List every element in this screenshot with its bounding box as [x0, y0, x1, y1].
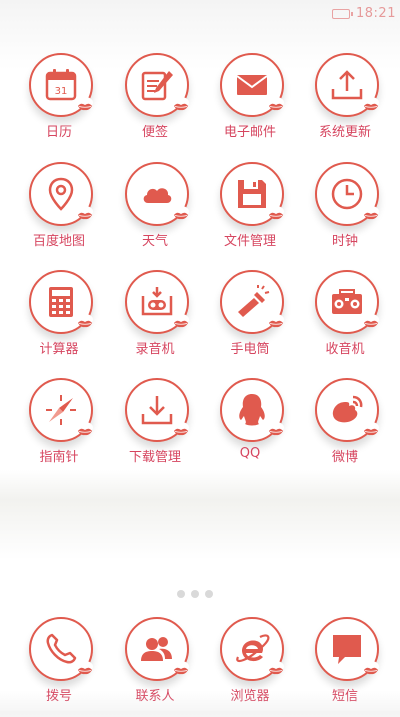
- upload-icon: [331, 70, 363, 100]
- clock-icon: [331, 178, 363, 210]
- app-label: 日历: [45, 125, 72, 140]
- lips-icon: [78, 320, 92, 328]
- app-qq[interactable]: QQ: [202, 378, 302, 478]
- app-label: 时钟: [331, 234, 358, 249]
- app-recorder[interactable]: 录音机: [107, 270, 207, 370]
- lips-icon: [269, 428, 283, 436]
- lips-icon: [269, 320, 283, 328]
- lips-icon: [174, 103, 188, 111]
- app-label: 便签: [141, 125, 168, 140]
- lips-icon: [78, 103, 92, 111]
- calculator-icon: [49, 287, 73, 317]
- app-system-update[interactable]: 系统更新: [297, 53, 397, 153]
- browser-icon: [236, 634, 270, 663]
- app-radio[interactable]: 收音机: [297, 270, 397, 370]
- contacts-icon: [141, 637, 172, 661]
- page-indicator: [174, 583, 216, 602]
- app-email[interactable]: 电子邮件: [202, 53, 302, 153]
- status-bar: 18:21: [0, 0, 400, 30]
- penguin-icon: [239, 394, 265, 426]
- lips-icon: [174, 428, 188, 436]
- lips-icon: [364, 667, 378, 675]
- lips-icon: [78, 212, 92, 220]
- phone-icon: [46, 633, 77, 664]
- app-compass[interactable]: 指南针: [11, 378, 111, 478]
- app-calculator[interactable]: 计算器: [11, 270, 111, 370]
- app-label: 天气: [141, 234, 168, 249]
- cloud-icon: [143, 188, 172, 203]
- lips-icon: [174, 667, 188, 675]
- notes-icon: [141, 71, 173, 101]
- lips-icon: [364, 212, 378, 220]
- app-label: 计算器: [39, 342, 79, 357]
- calendar-icon: 31: [45, 69, 77, 101]
- lips-icon: [78, 667, 92, 675]
- lips-icon: [364, 103, 378, 111]
- message-icon: [333, 635, 361, 664]
- flashlight-icon: [238, 285, 270, 317]
- app-label: 收音机: [325, 342, 365, 357]
- compass-icon: [46, 395, 76, 425]
- recorder-icon: [141, 287, 173, 316]
- floppy-icon: [238, 180, 266, 208]
- radio-icon: [332, 289, 362, 314]
- lips-icon: [364, 320, 378, 328]
- lips-icon: [269, 667, 283, 675]
- lips-icon: [174, 212, 188, 220]
- page-dot: [191, 590, 199, 598]
- mail-icon: [236, 75, 268, 95]
- download-icon: [141, 396, 173, 425]
- dock-shadow: [0, 690, 400, 711]
- app-label: 指南针: [39, 450, 79, 465]
- weibo-icon: [332, 395, 363, 423]
- map-pin-icon: [48, 177, 74, 211]
- lips-icon: [269, 212, 283, 220]
- lips-icon: [78, 428, 92, 436]
- app-label: 文件管理: [223, 234, 276, 249]
- battery-icon: [332, 9, 353, 19]
- lips-icon: [269, 103, 283, 111]
- app-calendar[interactable]: 31 日历: [11, 53, 111, 153]
- app-label: QQ: [239, 446, 261, 461]
- page-dot: [205, 590, 213, 598]
- app-notes[interactable]: 便签: [107, 53, 207, 153]
- app-file-manager[interactable]: 文件管理: [202, 162, 302, 262]
- app-label: 电子邮件: [223, 125, 276, 140]
- app-weather[interactable]: 天气: [107, 162, 207, 262]
- page-dot: [177, 590, 185, 598]
- app-download-manager[interactable]: 下载管理: [107, 378, 207, 478]
- app-weibo[interactable]: 微博: [297, 378, 397, 478]
- app-label: 系统更新: [318, 125, 371, 140]
- app-label: 微博: [331, 450, 358, 465]
- app-label: 手电筒: [230, 342, 270, 357]
- lips-icon: [364, 428, 378, 436]
- app-baidu-map[interactable]: 百度地图: [11, 162, 111, 262]
- app-label: 下载管理: [128, 450, 181, 465]
- app-clock[interactable]: 时钟: [297, 162, 397, 262]
- app-label: 百度地图: [32, 234, 85, 249]
- status-time: 18:21: [356, 6, 396, 21]
- app-flashlight[interactable]: 手电筒: [202, 270, 302, 370]
- app-label: 录音机: [135, 342, 175, 357]
- lips-icon: [174, 320, 188, 328]
- svg-text:31: 31: [55, 86, 68, 97]
